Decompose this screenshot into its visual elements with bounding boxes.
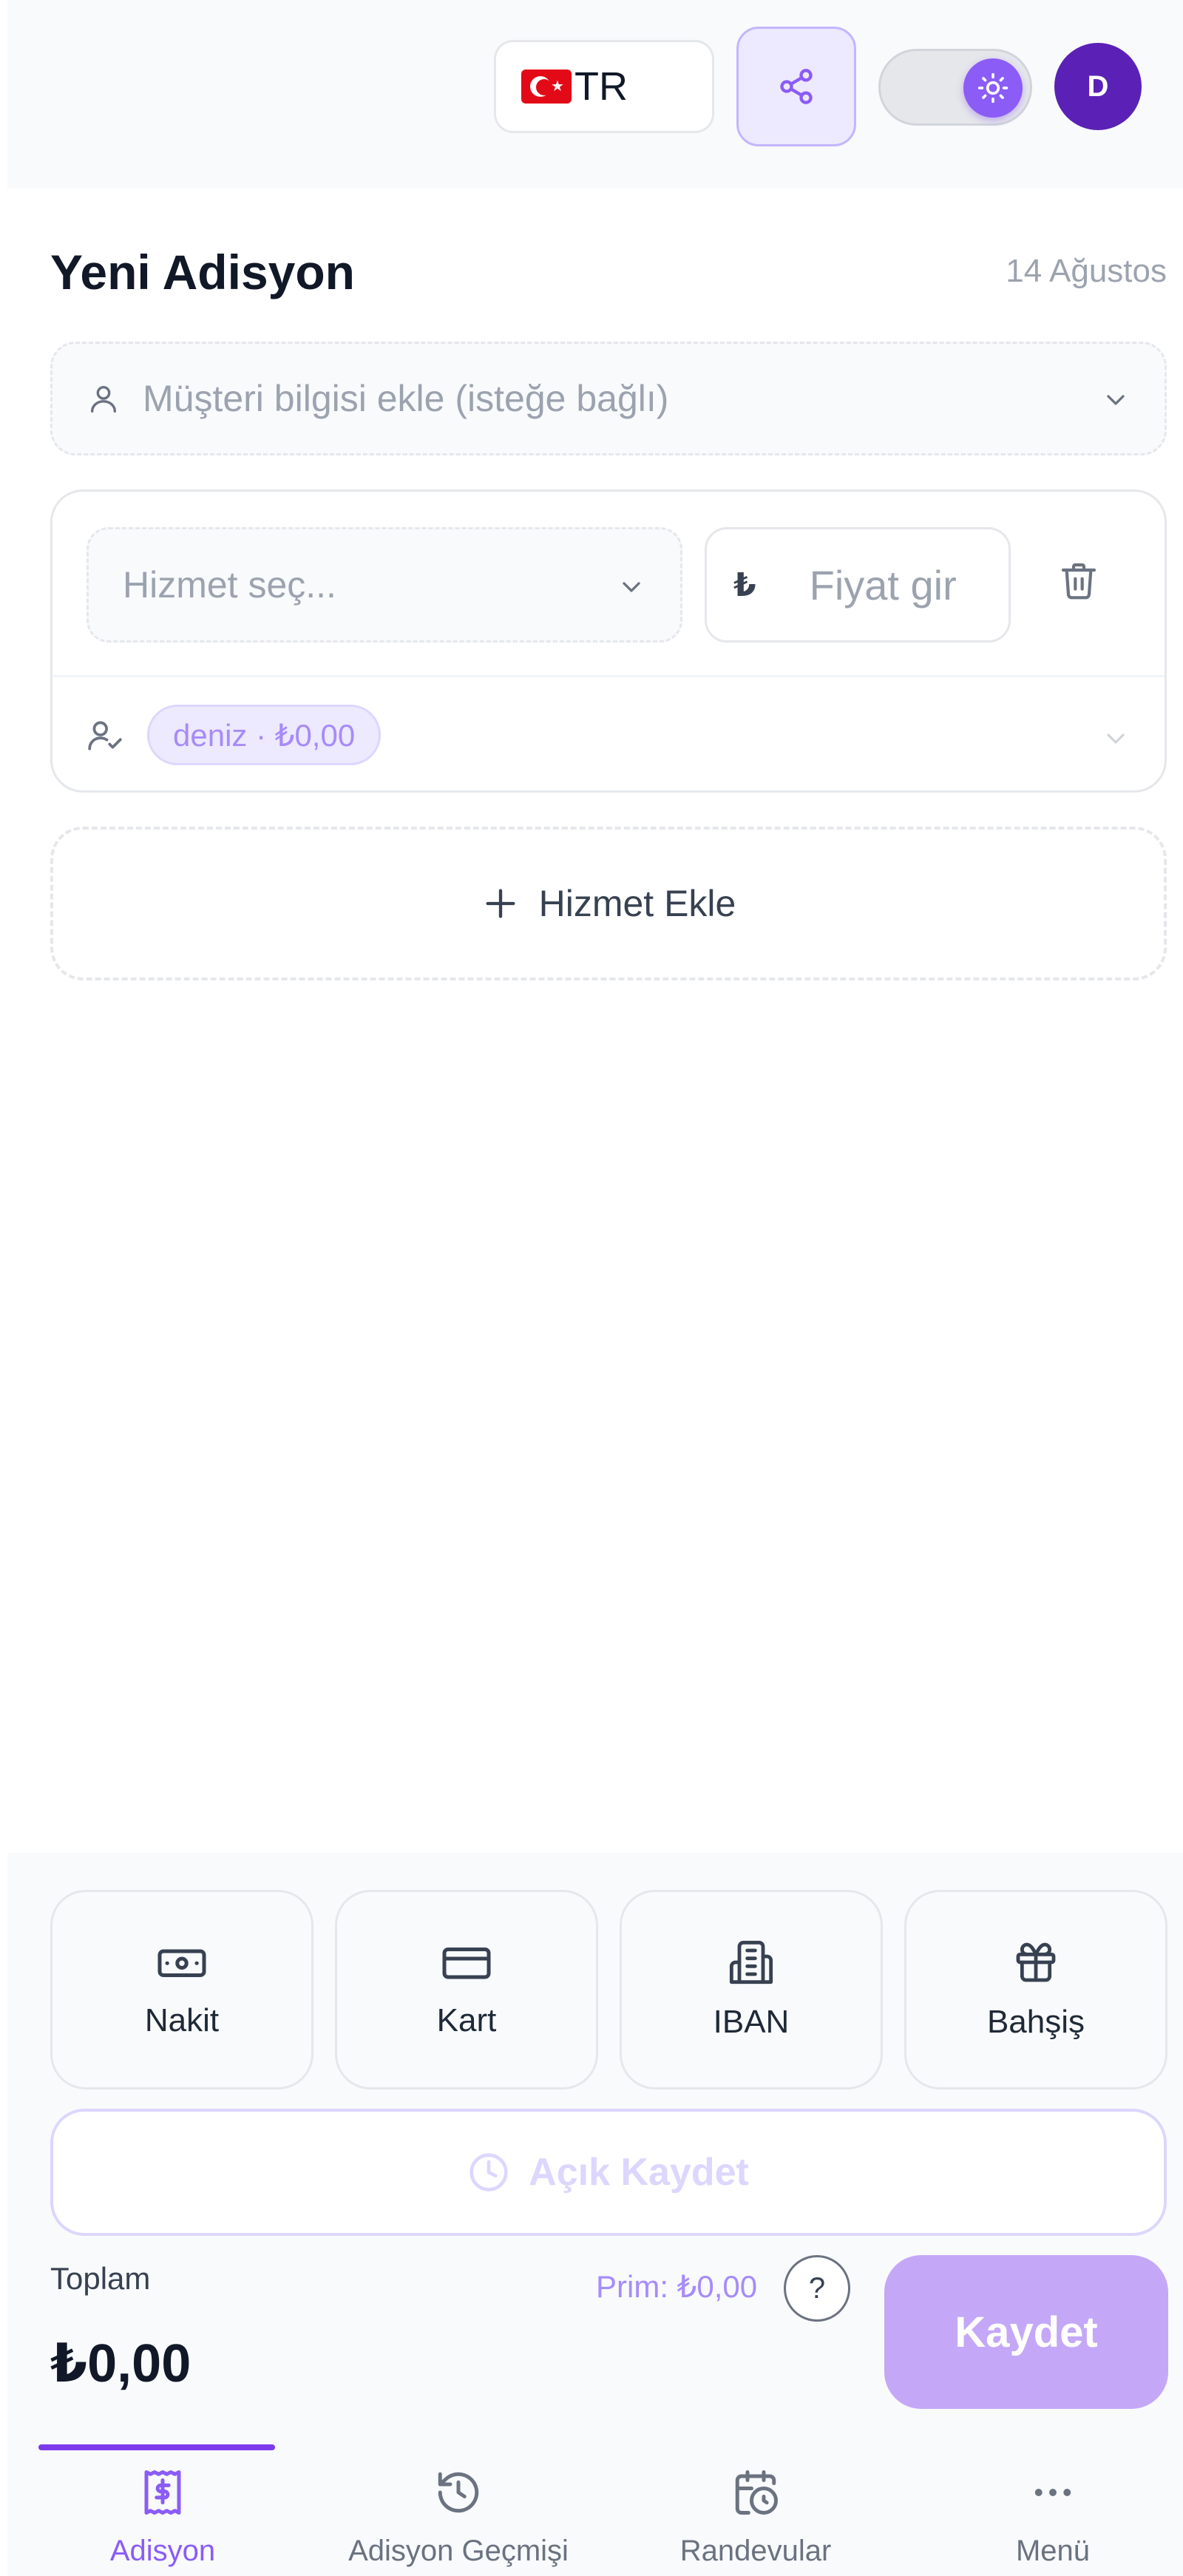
share-button[interactable] [736, 27, 856, 146]
more-horizontal-icon [1034, 2489, 1071, 2496]
theme-toggle[interactable] [878, 49, 1032, 126]
sun-icon [977, 72, 1009, 104]
chevron-down-icon[interactable] [1101, 724, 1131, 753]
prim-value: Prim: ₺0,00 [596, 2269, 758, 2304]
add-service-button[interactable]: Hizmet Ekle [50, 827, 1167, 980]
language-label: TR [574, 64, 628, 109]
service-card: Hizmet seç... ₺ Fiyat gir deniz · ₺0,00 [50, 489, 1167, 793]
staff-row[interactable]: deniz · ₺0,00 [87, 702, 382, 768]
nav-item-adisyon-gecmisi[interactable]: Adisyon Geçmişi [311, 2467, 606, 2568]
gift-icon [1016, 1942, 1056, 1982]
receipt-icon [144, 2470, 181, 2515]
page-date: 14 Ağustos [1006, 253, 1167, 289]
plus-icon [486, 889, 515, 918]
credit-card-icon [442, 1948, 491, 1979]
bottom-nav: Adisyon Adisyon Geçmişi Randevular Menü [7, 2444, 1183, 2576]
pay-cash-label: Nakit [144, 2002, 220, 2038]
save-button[interactable]: Kaydet [884, 2255, 1168, 2409]
banknote-icon [157, 1949, 206, 1977]
pay-tip-button[interactable]: Bahşiş [904, 1890, 1167, 2089]
help-button[interactable]: ? [784, 2255, 850, 2322]
pay-card-label: Kart [436, 2002, 497, 2038]
payment-panel: Nakit Kart IBAN Bahşiş Açık Kaydet Topla… [7, 1853, 1183, 2444]
pay-tip-label: Bahşiş [986, 2004, 1085, 2040]
service-placeholder: Hizmet seç... [123, 564, 336, 606]
total-value: ₺0,00 [50, 2334, 191, 2393]
open-save-button[interactable]: Açık Kaydet [50, 2109, 1167, 2236]
turkey-flag-icon: ★ [521, 70, 572, 104]
user-icon [90, 385, 117, 413]
chevron-down-icon [623, 582, 640, 592]
total-label: Toplam [50, 2261, 151, 2296]
history-icon [438, 2472, 479, 2513]
nav-label-randevular: Randevular [679, 2535, 832, 2567]
language-button[interactable]: ★ TR [494, 40, 714, 133]
price-placeholder: Fiyat gir [809, 561, 957, 609]
pay-iban-button[interactable]: IBAN [620, 1890, 883, 2089]
open-save-label: Açık Kaydet [529, 2151, 749, 2194]
nav-label-adisyon-gecmisi: Adisyon Geçmişi [348, 2535, 569, 2567]
pay-card-button[interactable]: Kart [335, 1890, 598, 2089]
customer-placeholder: Müşteri bilgisi ekle (isteğe bağlı) [143, 378, 669, 419]
calendar-clock-icon [735, 2470, 778, 2515]
pay-cash-button[interactable]: Nakit [50, 1890, 313, 2089]
trash-icon[interactable] [1058, 560, 1099, 601]
chevron-down-icon [1107, 395, 1125, 405]
nav-item-randevular[interactable]: Randevular [608, 2467, 904, 2568]
customer-info-dropdown[interactable]: Müşteri bilgisi ekle (isteğe bağlı) [50, 342, 1167, 455]
add-service-label: Hizmet Ekle [538, 883, 736, 924]
nav-label-menu: Menü [1015, 2535, 1091, 2567]
card-divider [52, 675, 1165, 677]
page-title: Yeni Adisyon [50, 245, 355, 299]
user-check-icon [88, 721, 122, 750]
nav-label-adisyon: Adisyon [109, 2535, 216, 2567]
nav-item-menu[interactable]: Menü [905, 2467, 1183, 2568]
active-tab-indicator [38, 2444, 275, 2450]
avatar[interactable]: D [1054, 43, 1142, 130]
lira-icon: ₺ [733, 566, 756, 603]
share-icon [780, 69, 813, 104]
staff-chip[interactable]: deniz · ₺0,00 [147, 705, 382, 765]
top-header: ★ TR D [7, 0, 1183, 189]
pay-iban-label: IBAN [713, 2004, 790, 2040]
service-select[interactable]: Hizmet seç... [87, 527, 682, 643]
toggle-knob [963, 58, 1023, 118]
clock-icon [470, 2153, 508, 2192]
building-icon [729, 1940, 773, 1984]
price-input[interactable]: ₺ Fiyat gir [705, 527, 1011, 643]
nav-item-adisyon[interactable]: Adisyon [15, 2467, 311, 2568]
